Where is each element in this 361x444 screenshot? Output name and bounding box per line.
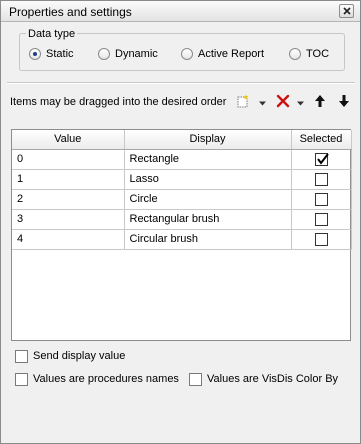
column-header-display[interactable]: Display xyxy=(124,130,292,150)
move-down-icon[interactable] xyxy=(338,93,350,109)
visdis-color-by-checkbox[interactable] xyxy=(189,372,202,386)
cell-display[interactable]: Rectangle xyxy=(124,149,292,170)
properties-dialog: Properties and settings Data type Static… xyxy=(0,0,361,444)
cell-value[interactable]: 2 xyxy=(12,189,125,210)
radio-label-dynamic: Dynamic xyxy=(115,48,158,60)
move-up-icon[interactable] xyxy=(314,93,326,109)
radio-dynamic[interactable]: Dynamic xyxy=(98,47,158,61)
separator xyxy=(7,82,355,84)
table-row[interactable]: 2 Circle xyxy=(12,189,352,210)
send-display-value-option[interactable]: Send display value xyxy=(15,349,125,363)
table-row[interactable]: 1 Lasso xyxy=(12,169,352,190)
radio-button[interactable] xyxy=(289,48,301,60)
delete-icon[interactable] xyxy=(276,93,290,109)
cell-selected xyxy=(291,149,352,170)
drag-hint-text: Items may be dragged into the desired or… xyxy=(10,96,227,108)
table-row[interactable]: 3 Rectangular brush xyxy=(12,209,352,230)
visdis-color-by-option[interactable]: Values are VisDis Color By xyxy=(189,372,338,386)
close-button[interactable] xyxy=(339,4,354,18)
cell-value[interactable]: 3 xyxy=(12,209,125,230)
dropdown-arrow-icon[interactable] xyxy=(297,96,304,112)
radio-toc[interactable]: TOC xyxy=(289,47,329,61)
new-item-icon[interactable] xyxy=(236,93,250,109)
data-type-legend: Data type xyxy=(26,28,78,40)
radio-label-static: Static xyxy=(46,48,74,60)
selected-checkbox[interactable] xyxy=(314,192,328,206)
values-table: Value Display Selected 0 Rectangle 1 Las… xyxy=(12,130,352,250)
radio-button[interactable] xyxy=(98,48,110,60)
selected-checkbox-checked[interactable] xyxy=(314,152,329,166)
cell-value[interactable]: 4 xyxy=(12,229,125,250)
dropdown-arrow-icon[interactable] xyxy=(259,96,266,112)
window-title: Properties and settings xyxy=(9,5,132,19)
cell-display[interactable]: Circular brush xyxy=(124,229,292,250)
send-display-value-label: Send display value xyxy=(33,350,126,362)
radio-button[interactable] xyxy=(181,48,193,60)
column-header-value[interactable]: Value xyxy=(12,130,125,150)
cell-display[interactable]: Circle xyxy=(124,189,292,210)
cell-selected xyxy=(291,209,352,230)
visdis-color-by-label: Values are VisDis Color By xyxy=(207,373,339,385)
cell-selected xyxy=(291,189,352,210)
cell-value[interactable]: 1 xyxy=(12,169,125,190)
table-row[interactable]: 0 Rectangle xyxy=(12,149,352,170)
radio-label-active-report: Active Report xyxy=(198,48,265,60)
title-bar[interactable]: Properties and settings xyxy=(1,1,360,22)
send-display-value-checkbox[interactable] xyxy=(15,349,28,363)
radio-static[interactable]: Static xyxy=(29,47,74,61)
selected-checkbox[interactable] xyxy=(314,232,328,246)
values-grid[interactable]: Value Display Selected 0 Rectangle 1 Las… xyxy=(11,129,352,341)
close-icon xyxy=(343,7,351,15)
cell-selected xyxy=(291,169,352,190)
selected-checkbox[interactable] xyxy=(314,212,328,226)
cell-display[interactable]: Lasso xyxy=(124,169,292,190)
table-row[interactable]: 4 Circular brush xyxy=(12,229,352,250)
cell-value[interactable]: 0 xyxy=(12,149,125,170)
procedures-names-label: Values are procedures names xyxy=(33,373,179,385)
radio-active-report[interactable]: Active Report xyxy=(181,47,264,61)
column-header-selected[interactable]: Selected xyxy=(291,130,352,150)
selected-checkbox[interactable] xyxy=(314,172,328,186)
procedures-names-checkbox[interactable] xyxy=(15,372,28,386)
radio-button-selected[interactable] xyxy=(29,48,41,60)
checkmark-icon xyxy=(316,152,329,165)
radio-label-toc: TOC xyxy=(306,48,330,60)
table-header-row: Value Display Selected xyxy=(12,130,352,150)
cell-selected xyxy=(291,229,352,250)
procedures-names-option[interactable]: Values are procedures names xyxy=(15,372,179,386)
cell-display[interactable]: Rectangular brush xyxy=(124,209,292,230)
